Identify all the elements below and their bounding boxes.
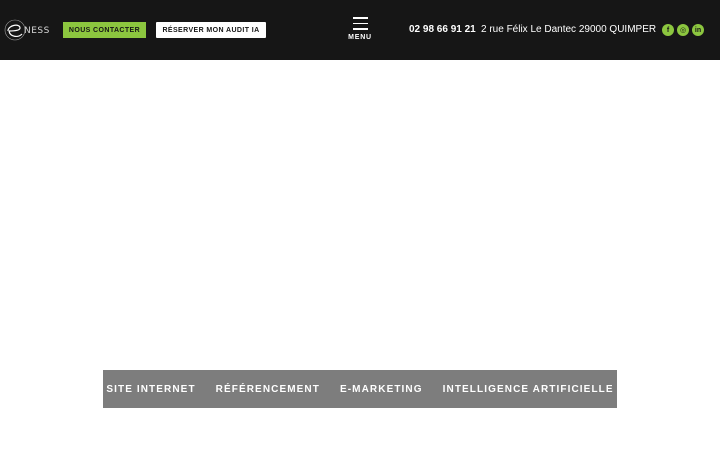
site-header: NESS NOUS CONTACTER RÉSERVER MON AUDIT I… (0, 0, 720, 60)
logo[interactable]: NESS (4, 18, 50, 42)
social-links: f ◎ in (662, 24, 704, 36)
menu-button[interactable]: MENU (340, 14, 380, 44)
nav-item-referencement[interactable]: RÉFÉRENCEMENT (216, 384, 320, 395)
instagram-icon[interactable]: ◎ (677, 24, 689, 36)
contact-button[interactable]: NOUS CONTACTER (63, 22, 146, 38)
menu-label: MENU (348, 34, 372, 41)
nav-item-site-internet[interactable]: SITE INTERNET (106, 384, 195, 395)
hamburger-icon (353, 17, 368, 34)
logo-e-icon (4, 19, 26, 41)
services-nav: SITE INTERNET RÉFÉRENCEMENT E-MARKETING … (103, 370, 617, 408)
logo-text: NESS (24, 26, 50, 36)
facebook-icon[interactable]: f (662, 24, 674, 36)
nav-item-intelligence-artificielle[interactable]: INTELLIGENCE ARTIFICIELLE (443, 384, 614, 395)
nav-item-e-marketing[interactable]: E-MARKETING (340, 384, 423, 395)
address: 2 rue Félix Le Dantec 29000 QUIMPER (481, 24, 657, 35)
linkedin-icon[interactable]: in (692, 24, 704, 36)
book-audit-button[interactable]: RÉSERVER MON AUDIT IA (156, 22, 266, 38)
phone-number[interactable]: 02 98 66 91 21 (409, 24, 476, 35)
